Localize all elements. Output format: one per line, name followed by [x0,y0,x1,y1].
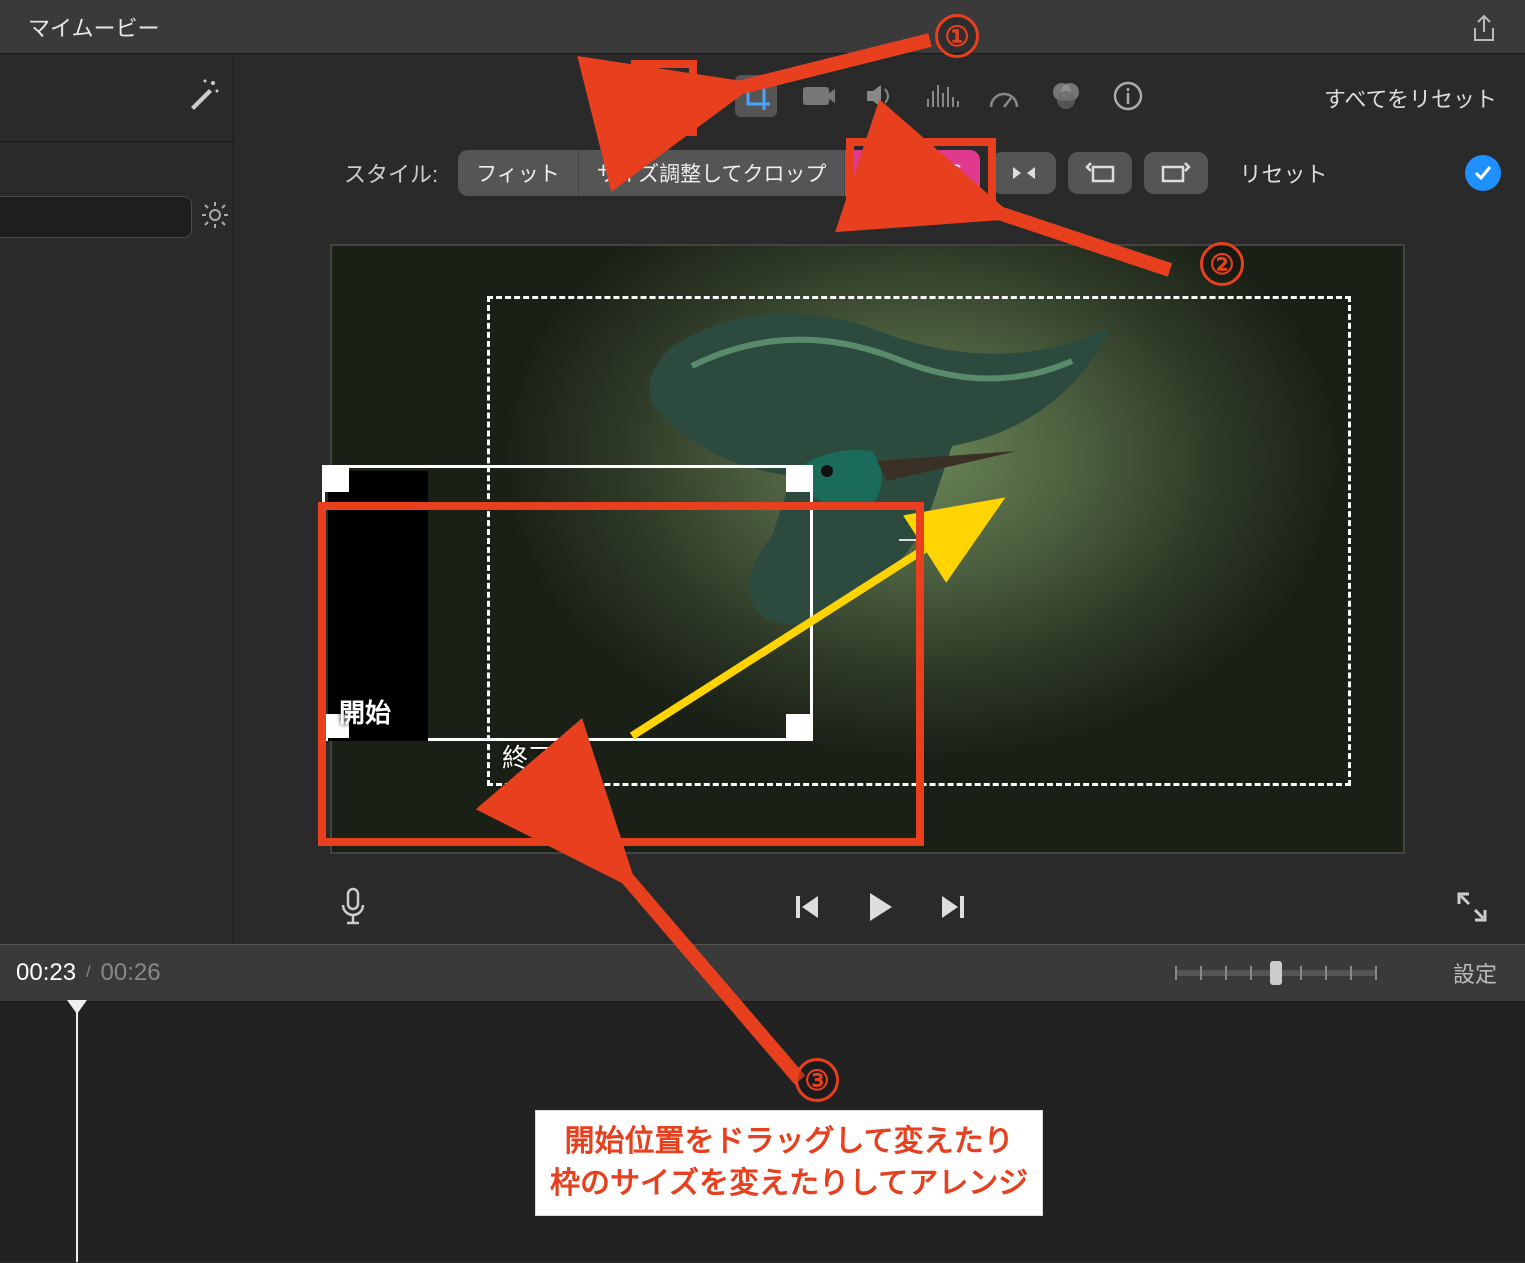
color-balance-icon[interactable] [611,75,653,117]
left-panel [0,54,234,944]
info-icon[interactable] [1107,75,1149,117]
resize-handle-br[interactable] [786,714,810,738]
prev-frame-button[interactable] [792,892,822,927]
magic-wand-icon[interactable] [185,77,221,118]
project-title: マイムービー [28,11,160,43]
kenburns-start-label: 開始 [339,693,391,730]
viewer[interactable]: 終了 開始 [330,244,1405,854]
playhead[interactable] [76,1002,78,1262]
noise-reduction-icon[interactable] [921,75,963,117]
stabilize-icon[interactable] [797,75,839,117]
current-time: 00:23 [16,959,76,987]
apply-button[interactable] [1465,155,1501,191]
resize-handle-tr[interactable] [786,468,810,492]
crop-icon[interactable] [735,75,777,117]
search-input[interactable] [0,196,192,238]
titlebar: マイムービー [0,0,1525,54]
fullscreen-icon[interactable] [1455,890,1489,929]
crop-style-row: スタイル: フィット サイズ調整してクロップ Ken Burns リセット [234,138,1525,208]
kenburns-start-frame[interactable]: 開始 [322,465,813,741]
voiceover-icon[interactable] [338,887,368,932]
rotate-cw-button[interactable] [1144,152,1208,194]
timeline[interactable] [0,1002,1525,1262]
zoom-slider[interactable] [1175,970,1375,976]
timeline-settings-button[interactable]: 設定 [1453,957,1497,989]
reset-button[interactable]: リセット [1240,157,1328,189]
time-separator: / [86,964,90,982]
next-frame-button[interactable] [938,892,968,927]
swap-button[interactable] [992,152,1056,194]
style-crop-button[interactable]: サイズ調整してクロップ [579,150,846,196]
inspector-toolbar: すべてをリセット [234,54,1525,138]
style-fit-button[interactable]: フィット [458,150,579,196]
speed-icon[interactable] [983,75,1025,117]
color-correction-icon[interactable] [673,75,715,117]
reset-all-button[interactable]: すべてをリセット [1324,82,1497,114]
filter-icon[interactable] [1045,75,1087,117]
rotate-ccw-button[interactable] [1068,152,1132,194]
resize-handle-tl[interactable] [325,468,349,492]
transport-controls [234,874,1525,944]
share-icon[interactable] [1471,14,1497,49]
duration-time: 00:26 [101,959,161,987]
style-segmented-control: フィット サイズ調整してクロップ Ken Burns [458,150,979,196]
timeline-header: 00:23 / 00:26 設定 [0,944,1525,1002]
style-label: スタイル: [344,157,438,189]
gear-icon[interactable] [200,200,230,235]
style-kenburns-button[interactable]: Ken Burns [845,150,979,196]
play-button[interactable] [862,889,898,930]
volume-icon[interactable] [859,75,901,117]
zoom-handle[interactable] [1270,961,1282,985]
